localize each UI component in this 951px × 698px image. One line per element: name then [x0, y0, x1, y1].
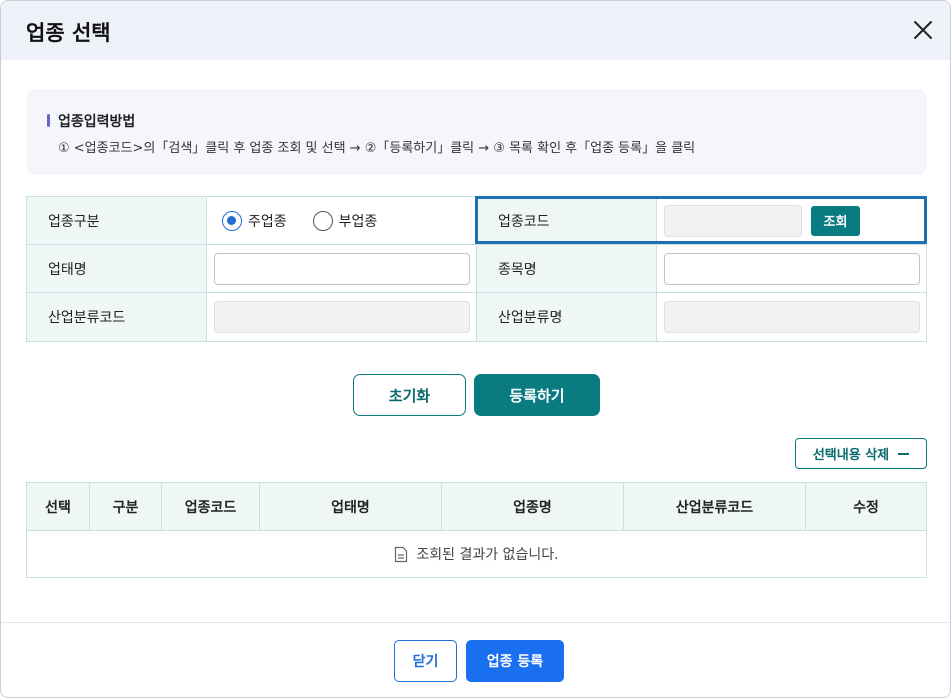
- delete-selected-button[interactable]: 선택내용 삭제: [795, 438, 927, 469]
- type-label: 업종구분: [27, 197, 207, 244]
- industry-code-input[interactable]: [664, 204, 802, 237]
- delete-selected-label: 선택내용 삭제: [812, 448, 890, 463]
- item-label: 종목명: [476, 245, 657, 292]
- result-table-header: 선택 구분 업종코드 업태명 업종명 산업분류코드 수정: [27, 483, 926, 531]
- column-header: 업태명: [260, 483, 442, 530]
- industry-select-modal: 업종 선택 업종입력방법 ① <업종코드>의「검색」클릭 후 업종 조회 및 선…: [0, 0, 951, 698]
- close-icon[interactable]: [909, 16, 937, 44]
- industry-code-field-cell: [208, 293, 476, 341]
- form-row-industry: 산업분류코드 산업분류명: [27, 293, 926, 341]
- empty-message: 조회된 결과가 없습니다.: [416, 547, 559, 563]
- industry-code-label: 산업분류코드: [27, 293, 207, 341]
- input-guide-box: 업종입력방법 ① <업종코드>의「검색」클릭 후 업종 조회 및 선택 → ②「…: [26, 89, 927, 175]
- result-table: 선택 구분 업종코드 업태명 업종명 산업분류코드 수정 조회된 결과가 없습니…: [26, 482, 927, 578]
- code-field-cell: 조회: [658, 197, 926, 244]
- column-header: 산업분류코드: [624, 483, 806, 530]
- business-name-input[interactable]: [214, 252, 470, 285]
- guide-marker: [47, 114, 50, 127]
- industry-name-label: 산업분류명: [476, 293, 657, 341]
- business-field-cell: [208, 245, 476, 292]
- form-row-type: 업종구분 주업종 부업종 업종코드 조회: [27, 197, 926, 245]
- guide-text: ① <업종코드>의「검색」클릭 후 업종 조회 및 선택 → ②「등록하기」클릭…: [58, 141, 696, 156]
- modal-header: 업종 선택: [1, 1, 950, 60]
- close-button[interactable]: 닫기: [394, 640, 457, 682]
- industry-name-field-cell: [658, 293, 926, 341]
- radio-sub-circle[interactable]: [312, 210, 333, 231]
- column-header: 구분: [90, 483, 162, 530]
- minus-icon: [898, 452, 910, 455]
- register-button[interactable]: 등록하기: [474, 374, 600, 416]
- radio-main-industry[interactable]: 주업종: [222, 210, 287, 231]
- radio-sub-industry[interactable]: 부업종: [312, 210, 378, 231]
- item-name-input[interactable]: [664, 252, 920, 285]
- reset-button[interactable]: 초기화: [353, 374, 466, 416]
- industry-class-name-input[interactable]: [664, 301, 920, 333]
- radio-sub-label: 부업종: [338, 213, 378, 230]
- column-header: 선택: [27, 483, 90, 530]
- submit-industry-button[interactable]: 업종 등록: [466, 640, 564, 682]
- code-label: 업종코드: [476, 197, 657, 244]
- guide-title: 업종입력방법: [58, 114, 136, 130]
- radio-main-circle[interactable]: [222, 210, 242, 231]
- column-header: 수정: [853, 499, 879, 516]
- business-label: 업태명: [27, 245, 207, 292]
- item-field-cell: [658, 245, 926, 292]
- column-header: 업종코드: [162, 483, 260, 530]
- radio-main-label: 주업종: [248, 213, 287, 230]
- form-row-business: 업태명 종목명: [27, 245, 926, 293]
- search-button[interactable]: 조회: [811, 205, 860, 236]
- empty-result-row: 조회된 결과가 없습니다.: [27, 531, 926, 577]
- modal-title: 업종 선택: [26, 21, 111, 45]
- type-radio-group: 주업종 부업종: [208, 197, 476, 244]
- industry-form: 업종구분 주업종 부업종 업종코드 조회 업태명 종목명 산업분류코드 산업분류…: [26, 196, 927, 342]
- document-icon: [395, 546, 408, 562]
- industry-class-code-input[interactable]: [214, 301, 470, 333]
- column-header: 업종명: [442, 483, 624, 530]
